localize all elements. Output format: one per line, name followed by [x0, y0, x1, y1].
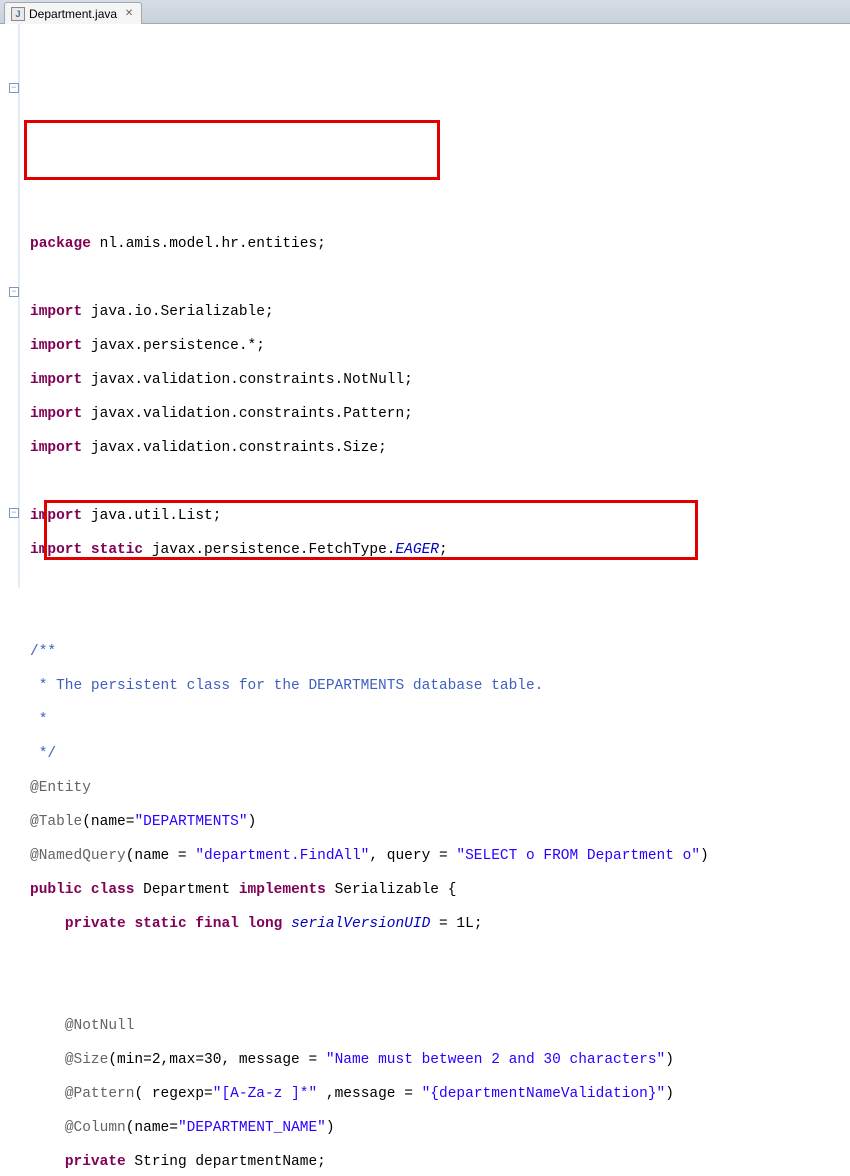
code-text: java.util.List;	[82, 508, 221, 524]
string-literal: "DEPARTMENT_NAME"	[178, 1120, 326, 1136]
code-text: nl.amis.model.hr.entities;	[91, 236, 326, 252]
javadoc: *	[30, 712, 56, 728]
annotation: @Pattern	[65, 1086, 135, 1102]
code-text: javax.validation.constraints.Size;	[82, 440, 387, 456]
code-text: javax.persistence.FetchType.	[143, 542, 395, 558]
code-text: Department	[134, 882, 238, 898]
code-text	[239, 916, 248, 932]
annotation: @NotNull	[65, 1018, 135, 1034]
code-text: = 1L;	[430, 916, 482, 932]
string-literal: "SELECT o FROM Department o"	[456, 848, 700, 864]
editor-tab-bar: J Department.java ✕	[0, 0, 850, 24]
code-text: ;	[439, 542, 448, 558]
annotation: @NamedQuery	[30, 848, 126, 864]
keyword: static	[91, 542, 143, 558]
code-text	[82, 882, 91, 898]
keyword: import	[30, 542, 82, 558]
keyword: implements	[239, 882, 326, 898]
code-editor[interactable]: − − − package nl.amis.model.hr.entities;…	[0, 24, 850, 588]
code-text: java.io.Serializable;	[82, 304, 273, 320]
code-text	[126, 916, 135, 932]
code-text: (name=	[126, 1120, 178, 1136]
code-text: (min=2,max=30, message =	[108, 1052, 326, 1068]
code-text	[282, 916, 291, 932]
keyword: private	[65, 916, 126, 932]
code-text: Serializable {	[326, 882, 457, 898]
code-text: )	[665, 1086, 674, 1102]
gutter	[0, 24, 20, 588]
code-text: (name =	[126, 848, 196, 864]
keyword: import	[30, 508, 82, 524]
keyword: import	[30, 304, 82, 320]
static-field: EAGER	[395, 542, 439, 558]
code-text: )	[665, 1052, 674, 1068]
keyword: class	[91, 882, 135, 898]
javadoc: /**	[30, 644, 56, 660]
keyword: final	[195, 916, 239, 932]
static-field: serialVersionUID	[291, 916, 430, 932]
java-file-icon: J	[11, 7, 25, 21]
keyword: import	[30, 406, 82, 422]
code-text: javax.validation.constraints.Pattern;	[82, 406, 413, 422]
annotation: @Table	[30, 814, 82, 830]
string-literal: "[A-Za-z ]*"	[213, 1086, 317, 1102]
code-text: )	[700, 848, 709, 864]
annotation: @Column	[65, 1120, 126, 1136]
file-tab[interactable]: J Department.java ✕	[4, 2, 142, 24]
code-text: javax.persistence.*;	[82, 338, 265, 354]
code-text: , query =	[369, 848, 456, 864]
string-literal: "department.FindAll"	[195, 848, 369, 864]
annotation: @Entity	[30, 780, 91, 796]
code-text: ( regexp=	[134, 1086, 212, 1102]
keyword: import	[30, 372, 82, 388]
keyword: public	[30, 882, 82, 898]
code-area[interactable]: package nl.amis.model.hr.entities; impor…	[30, 219, 850, 1176]
code-text: String departmentName;	[126, 1154, 326, 1170]
javadoc: */	[30, 746, 56, 762]
keyword: private	[65, 1154, 126, 1170]
code-text: (name=	[82, 814, 134, 830]
keyword: import	[30, 338, 82, 354]
string-literal: "Name must between 2 and 30 characters"	[326, 1052, 665, 1068]
code-text	[82, 542, 91, 558]
fold-toggle-icon[interactable]: −	[9, 287, 19, 297]
keyword: package	[30, 236, 91, 252]
string-literal: "{departmentNameValidation}"	[422, 1086, 666, 1102]
fold-toggle-icon[interactable]: −	[9, 83, 19, 93]
code-text: )	[248, 814, 257, 830]
keyword: static	[134, 916, 186, 932]
code-text: ,message =	[317, 1086, 421, 1102]
javadoc: * The persistent class for the DEPARTMEN…	[30, 678, 543, 694]
string-literal: "DEPARTMENTS"	[134, 814, 247, 830]
close-icon[interactable]: ✕	[123, 8, 135, 20]
code-text: )	[326, 1120, 335, 1136]
keyword: long	[248, 916, 283, 932]
code-text	[187, 916, 196, 932]
tab-label: Department.java	[29, 7, 117, 21]
keyword: import	[30, 440, 82, 456]
fold-toggle-icon[interactable]: −	[9, 508, 19, 518]
annotation: @Size	[65, 1052, 109, 1068]
code-text: javax.validation.constraints.NotNull;	[82, 372, 413, 388]
highlight-box-imports	[24, 120, 440, 180]
